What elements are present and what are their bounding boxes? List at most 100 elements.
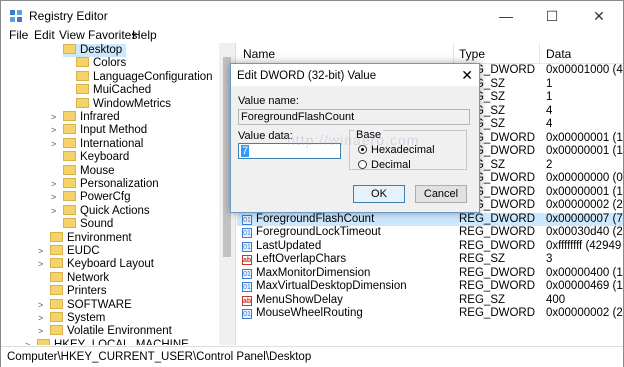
folder-icon [50,285,63,296]
value-name: MaxMonitorDimension [256,266,371,279]
tree-item[interactable]: > EUDC [38,244,100,258]
value-row[interactable]: 01 MaxVirtualDesktopDimension REG_DWORD 0x0… [237,280,623,294]
value-type: REG_DWORD [459,226,536,238]
registry-editor-icon [10,10,22,22]
dialog-close-icon[interactable]: ✕ [461,67,473,84]
menu-edit[interactable]: Edit [34,28,55,42]
tree-item[interactable]: Desktop [63,43,127,57]
tree-item-label: System [67,312,106,324]
status-bar: Computer\HKEY_CURRENT_USER\Control Panel… [1,346,623,367]
tree-item[interactable]: LanguageConfiguration [76,70,213,84]
value-data: 0xffffffff (42949 [546,239,622,252]
expand-chevron-icon[interactable]: > [38,299,43,312]
tree-item[interactable]: Mouse [63,164,115,178]
binary-value-icon: 01 [242,214,252,225]
folder-icon [63,137,76,148]
column-header-data[interactable]: Data [546,47,571,61]
expand-chevron-icon[interactable]: > [51,191,56,204]
expand-chevron-icon[interactable]: > [51,205,56,218]
value-name-field[interactable]: ForegroundFlashCount [238,109,470,125]
tree-item[interactable]: Sound [63,218,113,231]
folder-icon [50,298,63,309]
value-data: 0x00000000 (0) [546,172,623,184]
expand-chevron-icon[interactable]: > [38,325,43,338]
dialog-title-bar[interactable]: Edit DWORD (32-bit) Value ✕ [231,64,479,86]
tree-item-label: PowerCfg [80,191,131,204]
value-type: REG_DWORD [459,280,536,292]
value-row[interactable]: 01 MaxMonitorDimension REG_DWORD 0x00000400… [237,267,623,281]
value-name: ForegroundLockTimeout [256,226,381,238]
column-header-type[interactable]: Type [459,47,485,61]
value-name: ForegroundFlashCount [256,212,375,225]
expand-chevron-icon[interactable]: > [25,339,30,345]
value-data: 1 [546,77,553,90]
tree-item[interactable]: > Quick Actions [51,204,150,218]
folder-icon [63,177,76,188]
value-type: REG_DWORD [459,212,536,225]
tree-item-label: Desktop [80,44,123,56]
value-data: 0x00000002 (2) [546,307,623,319]
expand-chevron-icon[interactable]: > [51,138,56,151]
folder-icon [50,244,63,255]
column-header-name[interactable]: Name [243,47,275,61]
value-data: 0x00000002 (2) [546,199,623,211]
expand-chevron-icon[interactable]: > [51,111,56,124]
value-row[interactable]: 01 LastUpdated REG_DWORD 0xffffffff (42949 [237,240,623,254]
tree-item-label: Printers [67,285,107,298]
ok-button[interactable]: OK [353,185,405,203]
value-row[interactable]: ab MenuShowDelay REG_SZ 400 [237,294,623,308]
tree-item[interactable]: Colors [76,57,126,70]
tree-item[interactable]: > Input Method [51,124,148,137]
tree-item[interactable]: > Keyboard Layout [38,258,154,271]
expand-chevron-icon[interactable]: > [38,245,43,258]
string-value-icon: ab [242,255,252,265]
tree-item[interactable]: > Personalization [51,177,159,191]
cancel-button[interactable]: Cancel [415,185,467,203]
value-row[interactable]: 01 ForegroundFlashCount REG_DWORD 0x0000000… [237,212,623,227]
decimal-radio[interactable]: Decimal [358,159,411,171]
value-row[interactable]: 01 MouseWheelRouting REG_DWORD 0x00000002 (… [237,307,623,321]
value-name: LastUpdated [256,239,322,252]
value-row[interactable]: 01 ForegroundLockTimeout REG_DWORD 0x00030d… [237,226,623,240]
tree-item-label: Input Method [80,124,148,137]
tree-item[interactable]: > SOFTWARE [38,298,132,312]
registry-tree[interactable]: Desktop Colors LanguageConfiguration MuiCac… [1,43,236,345]
tree-item-label: International [80,137,144,150]
value-type: REG_DWORD [459,239,536,252]
folder-icon [37,338,50,345]
tree-item[interactable]: MuiCached [76,84,151,97]
tree-item[interactable]: Network [50,271,110,285]
status-path: Computer\HKEY_CURRENT_USER\Control Panel… [7,351,312,363]
tree-item[interactable]: > Infrared [51,110,120,124]
tree-item[interactable]: > HKEY_LOCAL_MACHINE [25,338,189,345]
value-data: 0x00000001 (1) [546,145,623,157]
tree-item-label: Keyboard Layout [67,258,154,271]
tree-item-label: Infrared [80,111,120,123]
tree-item-label: Quick Actions [80,204,150,217]
menu-help[interactable]: Help [132,28,157,42]
binary-value-icon: 01 [242,228,252,238]
tree-item[interactable]: > Volatile Environment [38,325,172,338]
tree-item[interactable]: Printers [50,285,107,298]
menu-view[interactable]: View [59,28,85,42]
value-row[interactable]: ab LeftOverlapChars REG_SZ 3 [237,253,623,267]
tree-item[interactable]: > PowerCfg [51,191,131,204]
tree-item-label: Network [67,271,110,284]
tree-item[interactable]: > International [51,137,144,151]
string-value-icon: ab [242,295,252,306]
value-data: 4 [546,104,553,117]
tree-item[interactable]: > System [38,311,106,325]
expand-chevron-icon[interactable]: > [38,312,43,325]
tree-item[interactable]: WindowMetrics [76,97,171,111]
tree-item[interactable]: Keyboard [63,151,129,164]
value-data: 0x00001000 (409 [546,64,623,76]
expand-chevron-icon[interactable]: > [51,124,56,137]
menu-file[interactable]: File [9,28,28,42]
tree-item[interactable]: Environment [50,231,132,245]
folder-icon [63,110,76,121]
menu-favorites[interactable]: Favorites [88,28,137,42]
expand-chevron-icon[interactable]: > [51,178,56,191]
folder-icon [50,325,63,336]
folder-icon [63,218,76,229]
expand-chevron-icon[interactable]: > [38,258,43,271]
